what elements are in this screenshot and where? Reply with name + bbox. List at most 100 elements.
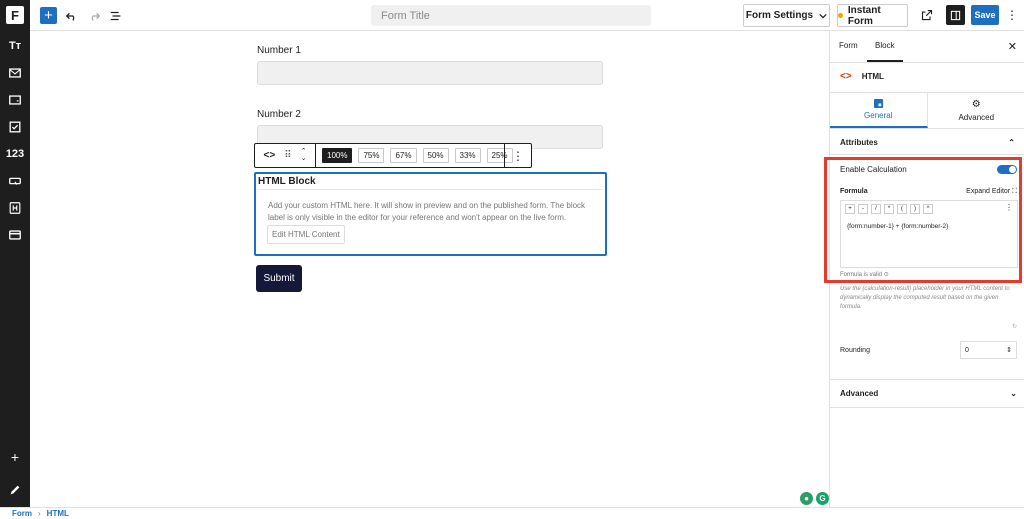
enable-calculation-row: Enable Calculation xyxy=(840,165,1017,174)
text-icon: Tт xyxy=(8,40,22,52)
rail-item-checkbox[interactable] xyxy=(0,116,30,138)
width-option-75[interactable]: 75% xyxy=(358,148,385,163)
expand-icon: ⛶ xyxy=(1012,188,1017,195)
save-button[interactable]: Save xyxy=(971,5,999,25)
status-dot xyxy=(838,13,843,18)
plus-icon: + xyxy=(10,449,20,465)
grammarly-icon[interactable]: G xyxy=(816,492,829,505)
tab-general[interactable]: General xyxy=(830,93,928,128)
breadcrumb: Form › HTML xyxy=(0,507,1024,519)
redo-button[interactable] xyxy=(85,7,102,24)
advanced-title: Advanced xyxy=(840,389,879,398)
operator-divide[interactable]: / xyxy=(871,204,881,214)
gear-icon: ⚙ xyxy=(971,99,981,110)
close-icon[interactable]: ✕ xyxy=(1008,40,1017,53)
more-options-button[interactable]: ⋮ xyxy=(1005,7,1019,23)
instant-form-button[interactable]: Instant Form xyxy=(837,4,908,27)
formula-help-text: Use the {calculation-result} placeholder… xyxy=(840,286,1010,310)
expand-editor-label: Expand Editor xyxy=(966,188,1011,195)
preview-button[interactable] xyxy=(919,7,935,23)
card-icon xyxy=(9,230,21,240)
html-block[interactable]: HTML Block Add your custom HTML here. It… xyxy=(254,172,607,256)
width-option-67[interactable]: 67% xyxy=(390,148,417,163)
add-block-button[interactable]: + xyxy=(40,7,57,24)
operator-minus[interactable]: - xyxy=(858,204,868,214)
undo-button[interactable] xyxy=(63,7,80,24)
left-rail: F Tт 123 + xyxy=(0,0,30,519)
rail-item-heading[interactable] xyxy=(0,197,30,219)
operator-plus[interactable]: + xyxy=(845,204,855,214)
app: F Tт 123 + + Form Title Form Settings In… xyxy=(0,0,1024,519)
number1-input[interactable] xyxy=(257,61,603,85)
tab-advanced[interactable]: ⚙ Advanced xyxy=(928,93,1024,128)
rail-item-button[interactable] xyxy=(0,170,30,192)
rail-item-email[interactable] xyxy=(0,62,30,84)
kebab-icon: ⋮ xyxy=(1006,8,1018,22)
general-icon xyxy=(873,99,883,108)
rounding-row: Rounding 0 ⇕ xyxy=(840,341,1017,359)
logo-icon: F xyxy=(6,6,24,24)
rail-item-card[interactable] xyxy=(0,224,30,246)
edit-html-content-button[interactable]: Edit HTML Content xyxy=(267,225,345,244)
attributes-title: Attributes xyxy=(840,138,878,147)
formula-valid-status: Formula is valid ⊙ xyxy=(840,271,889,278)
submit-button[interactable]: Submit xyxy=(256,265,302,292)
breadcrumb-html[interactable]: HTML xyxy=(47,509,69,518)
pencil-icon xyxy=(10,485,20,495)
rounding-input[interactable]: 0 ⇕ xyxy=(960,341,1017,359)
divider xyxy=(830,154,1024,155)
heading-icon xyxy=(9,202,21,214)
redo-icon xyxy=(91,12,100,21)
breadcrumb-form[interactable]: Form xyxy=(12,509,32,518)
stepper-icon[interactable]: ⇕ xyxy=(1006,346,1012,354)
tab-form[interactable]: Form xyxy=(839,41,858,50)
attributes-header[interactable]: Attributes ⌃ xyxy=(840,138,1015,147)
input-icon xyxy=(9,95,21,105)
rounding-value: 0 xyxy=(965,346,969,354)
app-logo[interactable]: F xyxy=(0,0,30,30)
operator-open-paren[interactable]: ( xyxy=(897,204,907,214)
formula-header: Formula Expand Editor ⛶ xyxy=(840,188,1017,196)
formula-text[interactable]: {form:number-1} + {form:number-2} xyxy=(847,223,948,230)
code-icon[interactable]: <> xyxy=(264,150,276,161)
kebab-icon[interactable]: ⋮ xyxy=(1005,203,1013,212)
move-up-down-icon[interactable]: ⌃ ⌄ xyxy=(301,148,307,162)
tab-general-label: General xyxy=(864,111,893,120)
rail-add-button[interactable]: + xyxy=(0,446,30,468)
email-icon xyxy=(9,68,21,78)
editor-canvas: Number 1 Number 2 <> ⠿ ⌃ ⌄ 100% 75% 67% 5… xyxy=(30,31,829,507)
rail-item-text[interactable]: Tт xyxy=(0,35,30,57)
location-pin-icon[interactable]: ● xyxy=(800,492,813,505)
undo-icon xyxy=(65,12,74,21)
block-info: <> HTML xyxy=(840,71,884,82)
external-link-icon xyxy=(921,9,933,21)
form-settings-button[interactable]: Form Settings xyxy=(743,4,830,27)
rail-edit-button[interactable] xyxy=(0,479,30,501)
operator-power[interactable]: ^ xyxy=(923,204,933,214)
settings-panel-toggle[interactable] xyxy=(946,5,965,25)
chevron-up-icon: ⌃ xyxy=(1008,138,1015,147)
tab-block[interactable]: Block xyxy=(867,41,902,62)
width-option-33[interactable]: 33% xyxy=(454,148,481,163)
enable-calculation-toggle[interactable] xyxy=(997,165,1017,174)
operator-multiply[interactable]: * xyxy=(884,204,894,214)
kebab-icon: ⋮ xyxy=(512,148,524,163)
operator-close-paren[interactable]: ) xyxy=(910,204,920,214)
drag-handle-icon[interactable]: ⠿ xyxy=(284,150,291,161)
block-more-button[interactable]: ⋮ xyxy=(505,144,531,167)
number2-label: Number 2 xyxy=(257,109,301,120)
form-title-input[interactable]: Form Title xyxy=(371,5,651,26)
rail-item-number[interactable]: 123 xyxy=(0,143,30,165)
settings-sidebar: Form Block ✕ <> HTML General ⚙ Advanced … xyxy=(824,31,1024,507)
rail-item-input[interactable] xyxy=(0,89,30,111)
list-view-icon xyxy=(110,11,120,20)
formula-editor[interactable]: + - / * ( ) ^ ⋮ {form:number-1} + {form:… xyxy=(840,200,1018,268)
chevron-right-icon: › xyxy=(38,509,41,518)
sidebar-icon xyxy=(950,10,961,20)
width-option-100[interactable]: 100% xyxy=(322,148,353,163)
document-outline-button[interactable] xyxy=(107,7,124,24)
width-option-50[interactable]: 50% xyxy=(422,148,449,163)
advanced-section-header[interactable]: Advanced ⌄ xyxy=(840,389,1017,398)
expand-editor-button[interactable]: Expand Editor ⛶ xyxy=(966,188,1017,196)
reset-icon[interactable]: ↻ xyxy=(1012,323,1017,330)
